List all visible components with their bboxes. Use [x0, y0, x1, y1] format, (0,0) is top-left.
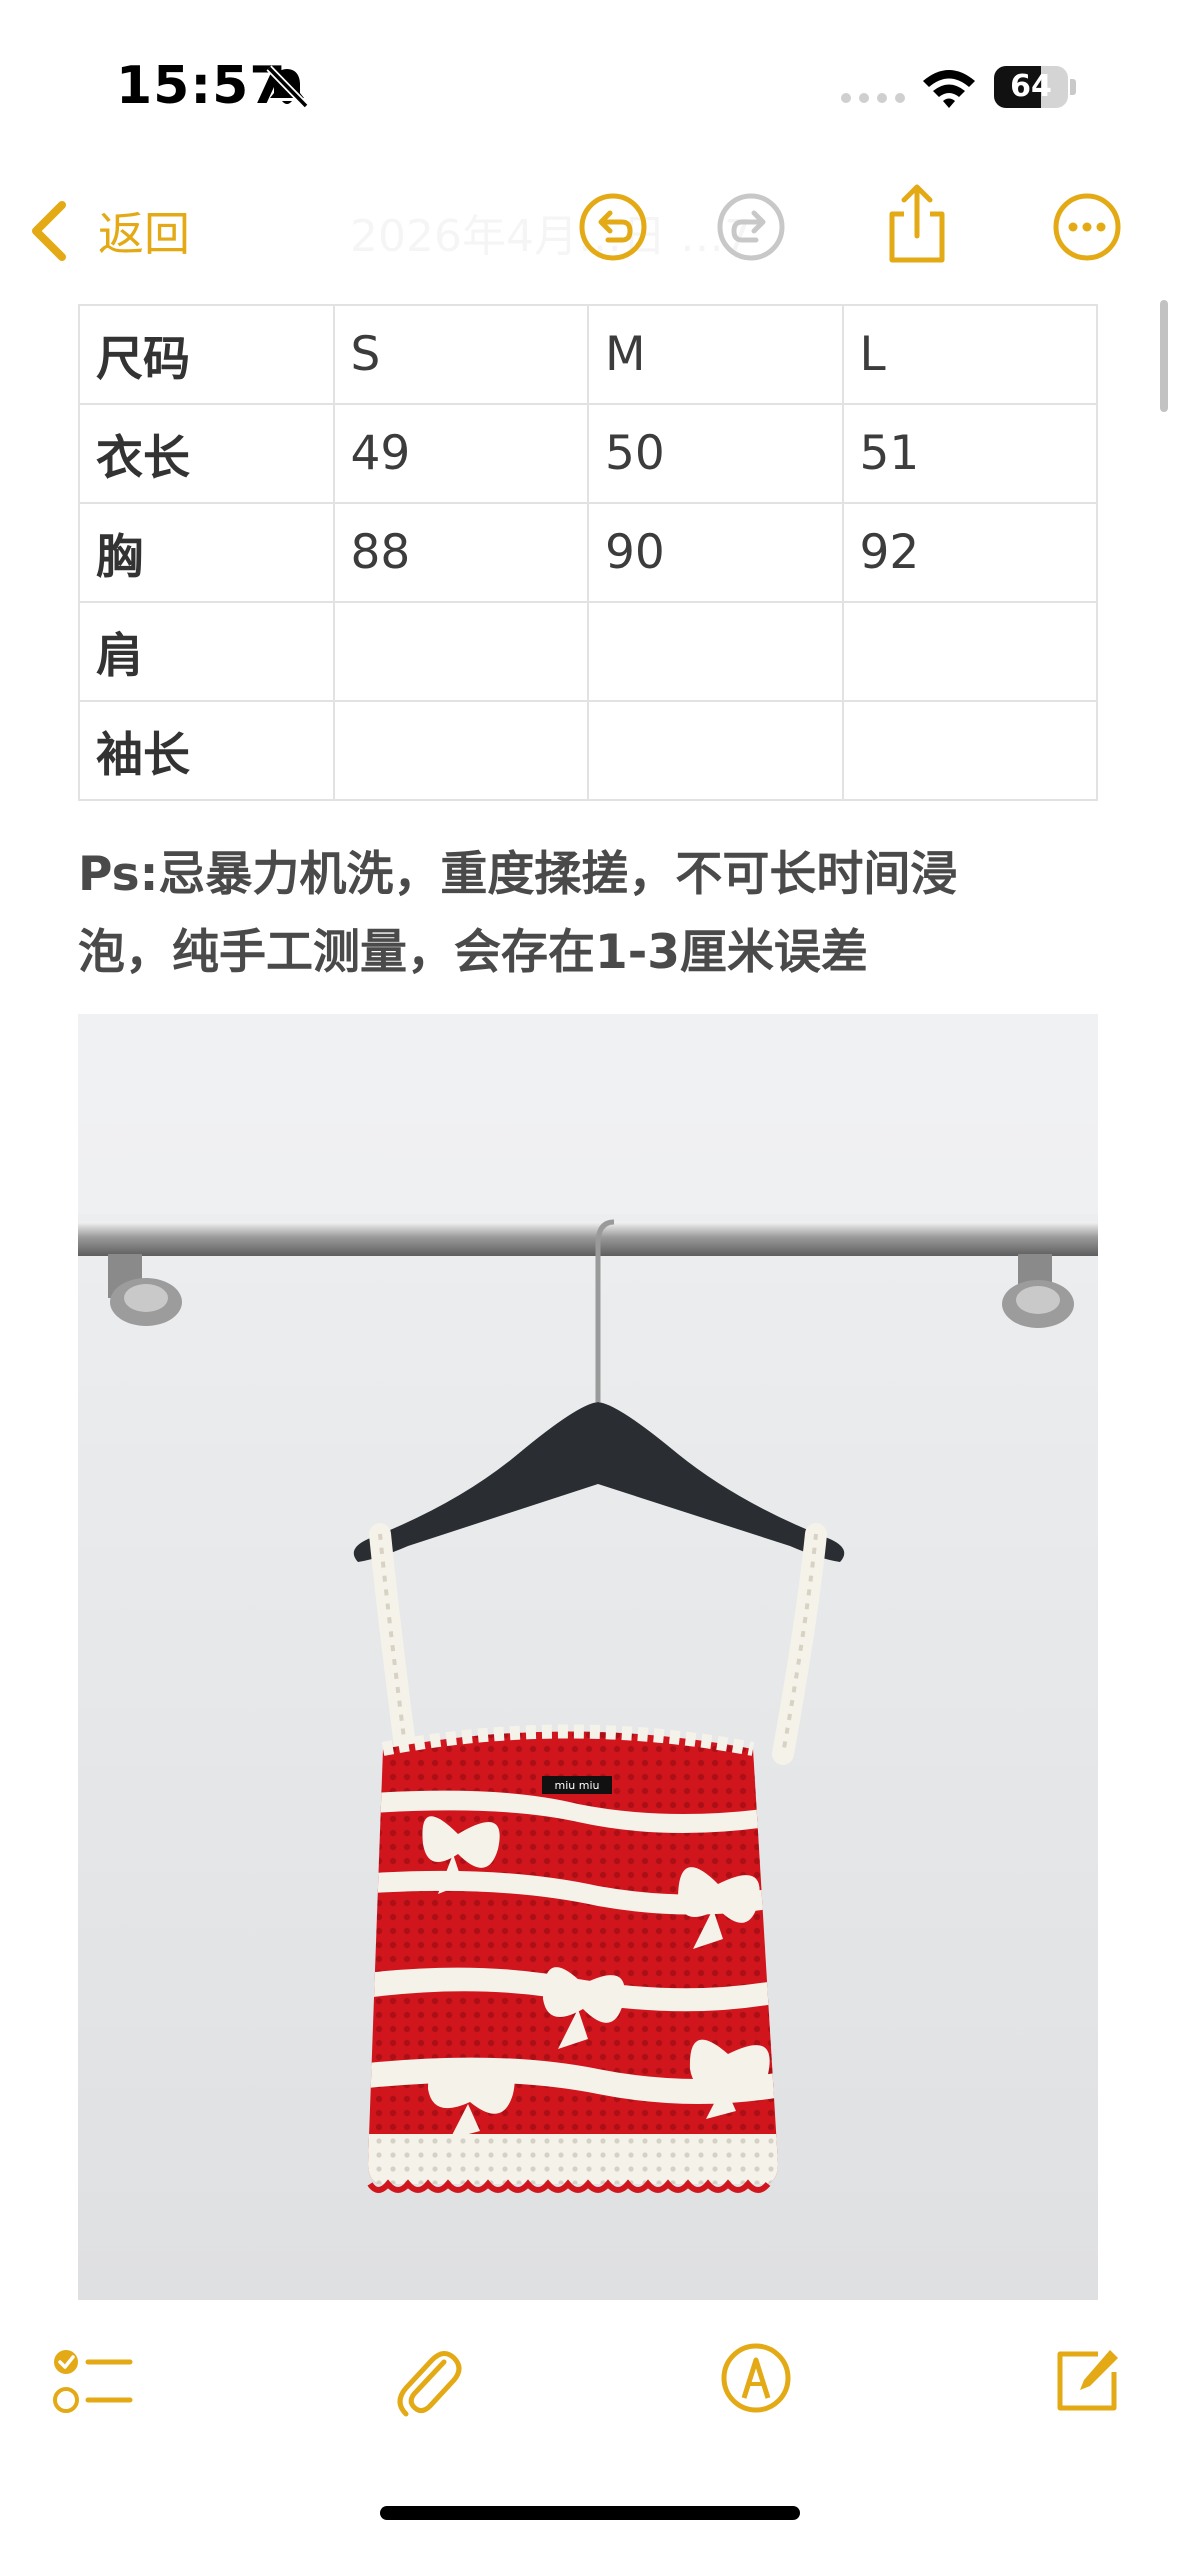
size-table: 尺码 S M L 衣长 49 50 51 胸 88 90 92 肩 袖长 [78, 304, 1098, 801]
table-cell[interactable]: 衣长 [78, 403, 335, 504]
table-cell[interactable] [841, 700, 1098, 801]
scroll-indicator[interactable] [1160, 300, 1168, 412]
redo-icon[interactable] [716, 192, 786, 262]
undo-icon[interactable] [578, 192, 648, 262]
product-photo[interactable]: miu miu [78, 1014, 1098, 2300]
table-cell[interactable] [587, 700, 844, 801]
table-cell[interactable]: 92 [841, 502, 1098, 603]
bottom-toolbar [0, 2300, 1179, 2556]
battery-icon: 64 [994, 66, 1076, 108]
table-cell[interactable]: 88 [332, 502, 589, 603]
note-date: 2026年4月…日 …7 [350, 200, 752, 264]
brand-label: miu miu [555, 1779, 600, 1792]
wifi-icon [923, 70, 975, 108]
status-bar: 15:57 64 [0, 0, 1179, 160]
nav-bar: 返回 2026年4月…日 …7 [0, 160, 1179, 290]
markup-icon[interactable] [720, 2342, 792, 2414]
bell-slash-icon [266, 65, 309, 109]
table-cell[interactable]: 51 [841, 403, 1098, 504]
table-cell[interactable]: 49 [332, 403, 589, 504]
table-cell[interactable]: 90 [587, 502, 844, 603]
garment: miu miu [367, 1724, 778, 2193]
table-row: 胸 88 90 92 [78, 502, 1098, 603]
table-header-row: 尺码 S M L [78, 304, 1098, 405]
table-cell[interactable] [332, 601, 589, 702]
table-header-cell[interactable]: S [332, 304, 589, 405]
table-cell[interactable]: 袖长 [78, 700, 335, 801]
back-label: 返回 [98, 207, 190, 261]
paperclip-icon[interactable] [392, 2344, 464, 2420]
table-row: 袖长 [78, 700, 1098, 801]
battery-level: 64 [1010, 69, 1052, 104]
table-cell[interactable]: 50 [587, 403, 844, 504]
chevron-left-icon [32, 201, 66, 261]
checklist-icon[interactable] [52, 2346, 134, 2418]
home-indicator[interactable] [380, 2506, 800, 2520]
table-cell[interactable]: 肩 [78, 601, 335, 702]
share-icon[interactable] [884, 182, 950, 266]
table-row: 肩 [78, 601, 1098, 702]
table-header-cell[interactable]: L [841, 304, 1098, 405]
note-text[interactable]: Ps:忌暴力机洗，重度揉搓，不可长时间浸 泡，纯手工测量，会存在1-3厘米误差 [78, 836, 1058, 992]
status-time: 15:57 [116, 56, 287, 116]
table-row: 衣长 49 50 51 [78, 403, 1098, 504]
table-header-cell[interactable]: 尺码 [78, 304, 335, 405]
table-cell[interactable] [587, 601, 844, 702]
note-line: Ps:忌暴力机洗，重度揉搓，不可长时间浸 [78, 847, 958, 902]
table-cell[interactable]: 胸 [78, 502, 335, 603]
table-cell[interactable] [841, 601, 1098, 702]
more-icon[interactable] [1052, 192, 1122, 262]
cellular-icon [841, 93, 905, 103]
table-cell[interactable] [332, 700, 589, 801]
back-button[interactable]: 返回 [26, 196, 190, 266]
compose-icon[interactable] [1054, 2346, 1122, 2414]
note-line: 泡，纯手工测量，会存在1-3厘米误差 [78, 925, 868, 980]
table-header-cell[interactable]: M [587, 304, 844, 405]
